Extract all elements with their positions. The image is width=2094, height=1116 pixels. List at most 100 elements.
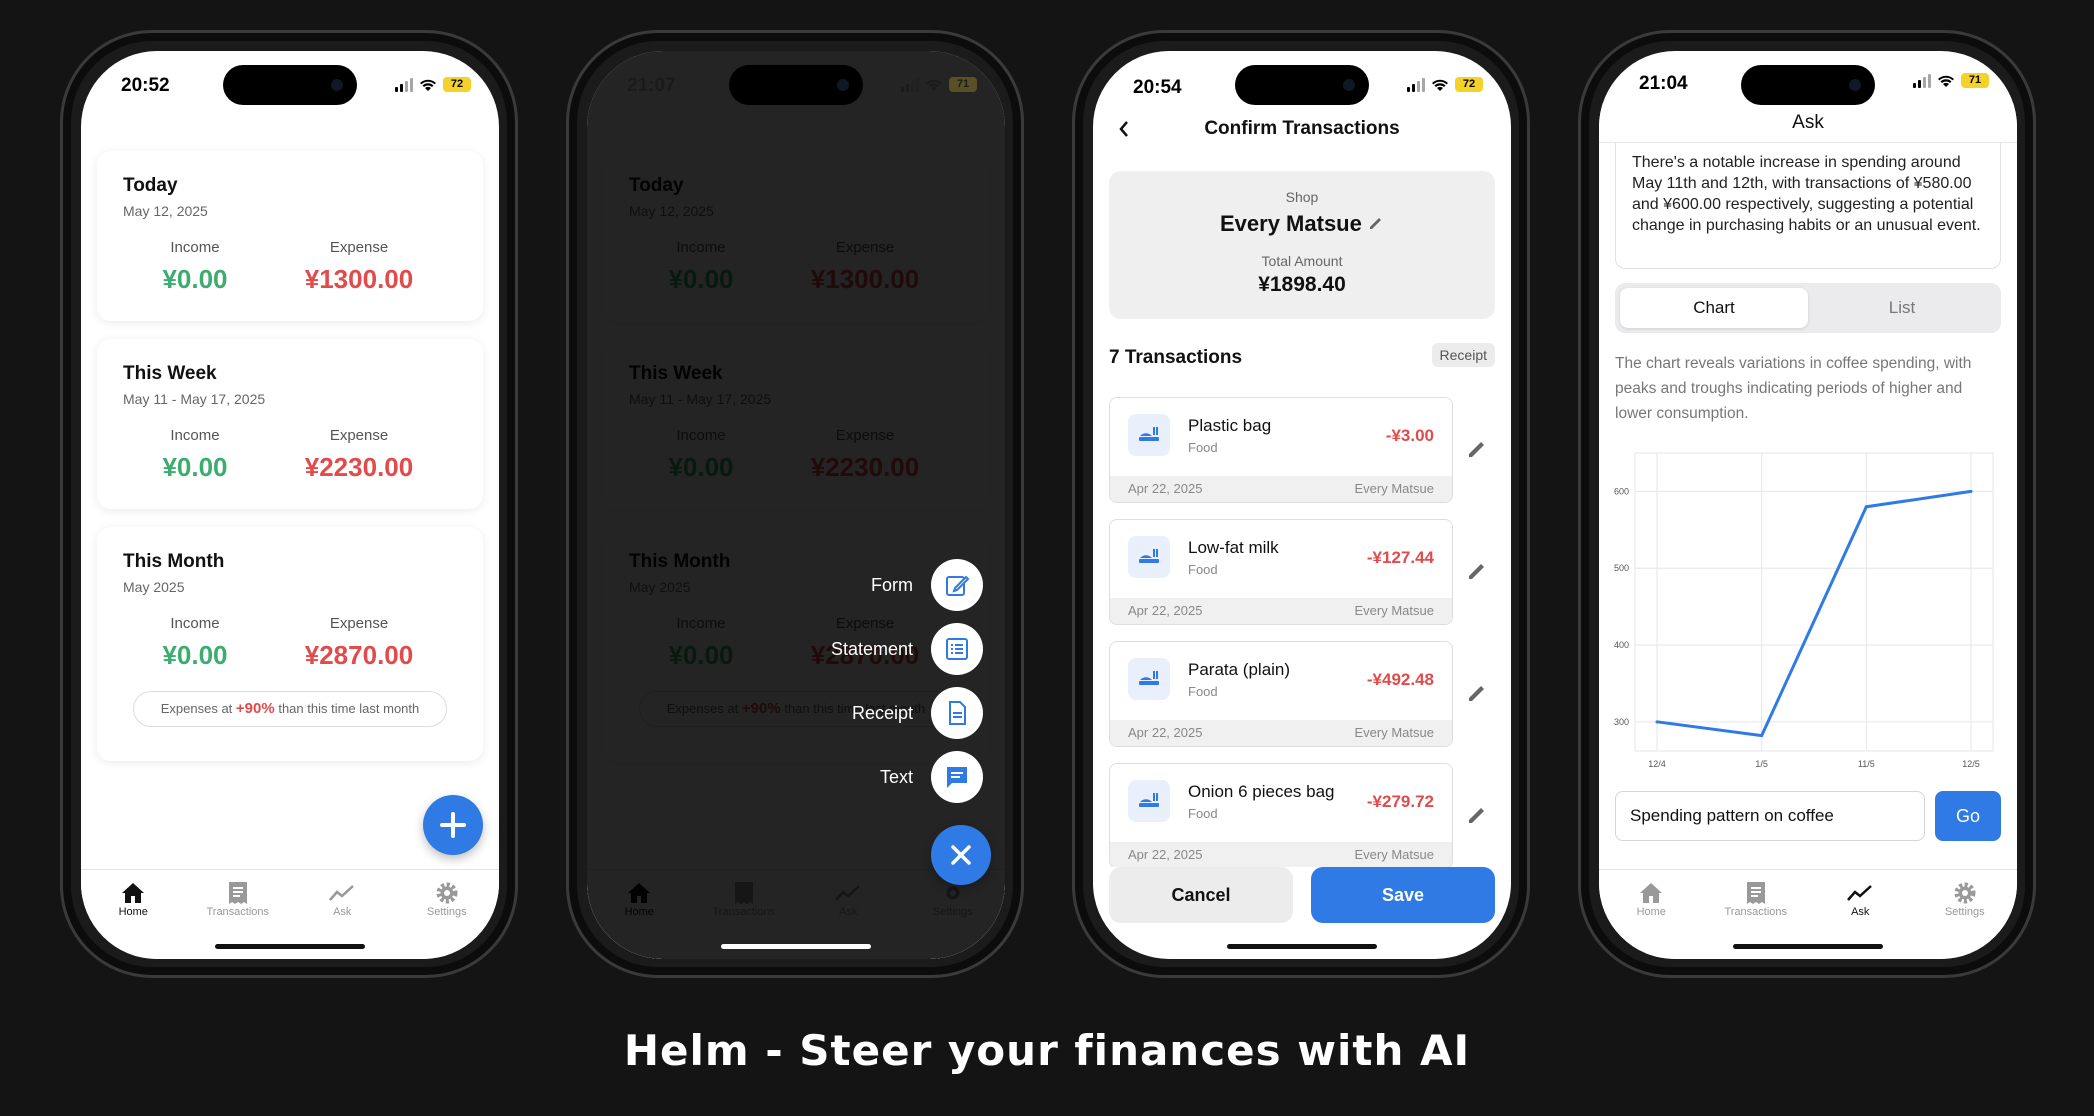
tagline: Helm - Steer your finances with AI	[623, 1026, 1471, 1075]
food-icon	[1128, 536, 1170, 578]
menu-item-form[interactable]: Form	[871, 559, 983, 611]
status-time: 21:04	[1639, 73, 1688, 94]
pencil-icon[interactable]	[1368, 215, 1384, 231]
tab-list[interactable]: List	[1808, 288, 1996, 328]
gear-icon	[402, 880, 492, 906]
save-button[interactable]: Save	[1311, 867, 1495, 923]
line-chart: 300 400 500 600 12/4 1/5 11/5 12/5	[1614, 452, 1994, 769]
transaction-category: Food	[1188, 562, 1218, 577]
home-icon	[1606, 880, 1696, 906]
transaction-name: Onion 6 pieces bag	[1188, 782, 1335, 801]
card-subtitle: May 2025	[123, 579, 185, 595]
status-time: 20:54	[1133, 77, 1182, 98]
income-value: ¥0.00	[162, 452, 228, 482]
receipt-button[interactable]: Receipt	[1431, 343, 1495, 367]
transaction-amount: -¥127.44	[1366, 548, 1434, 567]
food-icon	[1128, 658, 1170, 700]
ask-screen: 21:04 71 There's a notable increase in s…	[1599, 51, 2017, 959]
pencil-icon	[1469, 442, 1484, 457]
go-button[interactable]: Go	[1935, 791, 2001, 841]
wifi-icon	[1431, 78, 1449, 92]
transaction-category: Food	[1188, 806, 1218, 821]
income-value: ¥0.00	[162, 264, 228, 294]
tab-home[interactable]: Home	[1606, 880, 1696, 959]
transaction-count: 7 Transactions	[1109, 347, 1243, 368]
trend-icon	[297, 880, 387, 906]
edit-transaction-button[interactable]	[1467, 805, 1487, 830]
shop-name: Every Matsue	[1220, 211, 1362, 236]
total-amount: ¥1898.40	[1258, 273, 1346, 296]
income-value: ¥0.00	[162, 640, 228, 670]
x-tick-label: 12/4	[1648, 759, 1666, 769]
pencil-icon	[1469, 564, 1484, 579]
menu-label: Receipt	[851, 702, 913, 723]
battery-icon: 71	[1961, 73, 1989, 88]
expense-value: ¥1300.00	[304, 264, 414, 294]
transaction-item[interactable]: Onion 6 pieces bag Food -¥279.72 Apr 22,…	[1109, 763, 1453, 869]
edit-transaction-button[interactable]	[1467, 561, 1487, 586]
shop-name-row[interactable]: Every Matsue	[1109, 211, 1495, 237]
y-tick-label: 400	[1614, 640, 1629, 650]
today-card[interactable]: Today May 12, 2025 Income ¥0.00 Expense …	[97, 151, 483, 321]
y-tick-label: 500	[1614, 563, 1629, 573]
menu-item-statement[interactable]: Statement	[831, 623, 983, 675]
phone-home: 20:52 72 Today May 12, 2025 Income ¥0.00…	[60, 30, 518, 978]
menu-item-text[interactable]: Text	[880, 751, 983, 803]
food-icon	[1128, 780, 1170, 822]
transaction-item[interactable]: Plastic bag Food -¥3.00 Apr 22, 2025 Ever…	[1109, 397, 1453, 503]
month-card[interactable]: This Month May 2025 Income ¥0.00 Expense…	[97, 527, 483, 761]
transaction-amount: -¥279.72	[1366, 792, 1434, 811]
transaction-name: Low-fat milk	[1188, 538, 1279, 557]
series-line	[1656, 489, 1972, 738]
ask-input[interactable]: Spending pattern on coffee	[1615, 791, 1925, 841]
card-subtitle: May 11 - May 17, 2025	[123, 391, 266, 407]
transaction-item[interactable]: Parata (plain) Food -¥492.48 Apr 22, 202…	[1109, 641, 1453, 747]
tab-label: Transactions	[206, 906, 270, 918]
edit-transaction-button[interactable]	[1467, 439, 1487, 464]
dynamic-island	[1741, 65, 1875, 105]
tab-label: Home	[1636, 906, 1666, 918]
data-point	[1969, 489, 1973, 493]
tab-label: Settings	[426, 906, 467, 918]
wifi-icon	[419, 78, 437, 92]
transaction-shop: Every Matsue	[1354, 481, 1434, 496]
tab-home[interactable]: Home	[88, 880, 178, 959]
spending-chart: 300 400 500 600 12/4 1/5 11/5 12/5	[1609, 449, 2003, 775]
tab-label: Home	[118, 906, 148, 918]
home-indicator	[1227, 944, 1377, 949]
dim-overlay[interactable]	[587, 51, 1005, 959]
phone-ask: 21:04 71 There's a notable increase in s…	[1578, 30, 2036, 978]
comparison-pill: Expenses at +90% than this time last mon…	[133, 691, 447, 727]
signal-icon	[1913, 73, 1931, 88]
phone-confirm: 20:54 72 Confirm Transactions Shop Every…	[1072, 30, 1530, 978]
transaction-date: Apr 22, 2025	[1128, 847, 1203, 862]
add-button[interactable]	[423, 795, 483, 855]
shop-label: Shop	[1285, 189, 1319, 205]
tab-settings[interactable]: Settings	[402, 880, 492, 959]
transaction-shop: Every Matsue	[1354, 725, 1434, 740]
transaction-item[interactable]: Low-fat milk Food -¥127.44 Apr 22, 2025 E…	[1109, 519, 1453, 625]
tab-settings[interactable]: Settings	[1920, 880, 2010, 959]
shop-summary: Shop Every Matsue Total Amount ¥1898.40	[1109, 171, 1495, 319]
expense-value: ¥2230.00	[304, 452, 414, 482]
x-tick-label: 1/5	[1755, 759, 1768, 769]
edit-transaction-button[interactable]	[1467, 683, 1487, 708]
x-tick-label: 12/5	[1962, 759, 1980, 769]
menu-item-receipt[interactable]: Receipt	[852, 687, 983, 739]
transaction-date: Apr 22, 2025	[1128, 481, 1203, 496]
pencil-icon	[1469, 686, 1484, 701]
cancel-button[interactable]: Cancel	[1109, 867, 1293, 923]
home-indicator	[1733, 944, 1883, 949]
week-card[interactable]: This Week May 11 - May 17, 2025 Income ¥…	[97, 339, 483, 509]
signal-icon	[901, 77, 919, 92]
dynamic-island	[1235, 65, 1369, 105]
pencil-icon	[1469, 808, 1484, 823]
receipt-icon	[1711, 880, 1801, 906]
wifi-icon	[925, 78, 943, 92]
card-title: This Week	[123, 363, 217, 384]
confirm-screen: 20:54 72 Confirm Transactions Shop Every…	[1093, 51, 1511, 959]
close-menu-button[interactable]	[931, 825, 991, 885]
tab-chart[interactable]: Chart	[1620, 288, 1808, 328]
comparison-prefix: Expenses at	[160, 701, 233, 716]
list-icon	[931, 623, 983, 675]
